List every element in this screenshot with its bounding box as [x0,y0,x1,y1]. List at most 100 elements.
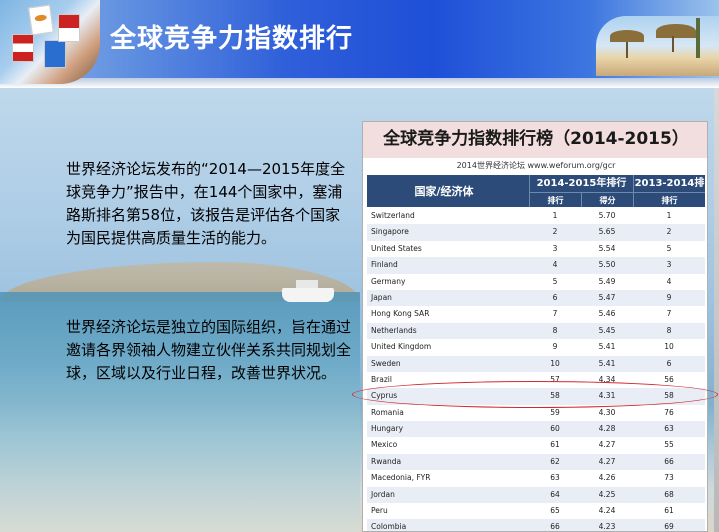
cell-prev-rank: 3 [666,260,672,270]
beach-umbrella-icon [610,30,644,58]
table-row: Germany 5 5.49 4 [367,273,705,290]
header-country: 国家/经济体 [414,185,474,198]
cell-score: 5.46 [598,309,616,319]
cell-rank: 58 [550,391,560,401]
beach-umbrella-icon [656,24,696,52]
cell-score: 4.24 [598,506,616,516]
cell-score: 5.54 [598,243,616,253]
cell-prev-rank: 61 [664,506,674,516]
cell-rank: 5 [552,276,558,286]
cell-prev-rank: 69 [664,522,674,532]
cell-score: 4.25 [598,489,616,499]
cell-score: 5.47 [598,292,616,302]
cell-country: Colombia [371,522,407,532]
palm-tree-icon [696,18,700,58]
cell-prev-rank: 8 [666,325,672,335]
table-row: Romania 59 4.30 76 [367,404,705,422]
cell-country: Peru [371,506,388,516]
header-rank: 排行 [529,192,581,207]
table-row: Switzerland 1 5.70 1 [367,208,705,225]
cell-rank: 59 [550,407,560,417]
cell-rank: 57 [550,374,560,384]
cell-prev-rank: 6 [666,358,672,368]
cell-prev-rank: 10 [664,342,674,352]
header-current-year: 2014-2015年排行 [529,175,633,192]
cell-rank: 4 [552,260,558,270]
table-body: Switzerland 1 5.70 1 Singapore 2 5.65 2 United S… [367,208,705,532]
cell-score: 5.65 [598,227,616,237]
table-row: Singapore 2 5.65 2 [367,224,705,241]
cell-rank: 60 [550,424,560,434]
header-shadow [0,78,719,88]
background-boat [282,280,334,302]
cell-rank: 2 [552,227,558,237]
cell-country: United States [371,243,422,253]
cell-rank: 6 [552,292,558,302]
cell-rank: 65 [550,506,560,516]
cell-prev-rank: 9 [666,292,672,302]
table-row: Finland 4 5.50 3 [367,257,705,274]
cell-country: Mexico [371,440,398,450]
cell-prev-rank: 68 [664,489,674,499]
cell-prev-rank: 73 [664,473,674,483]
cell-rank: 61 [550,440,560,450]
header-image-beach [596,16,719,76]
table-row: United States 3 5.54 5 [367,240,705,258]
table-row: Hong Kong SAR 7 5.46 7 [367,306,705,323]
cell-prev-rank: 2 [666,227,672,237]
header-score: 得分 [581,192,633,207]
cyprus-flag-icon [28,4,54,36]
cell-score: 4.26 [598,473,616,483]
cell-country: Netherlands [371,325,417,335]
flag-icon [44,40,66,68]
cell-prev-rank: 1 [666,211,672,220]
cell-score: 4.27 [598,440,616,450]
cell-country: Finland [371,260,398,270]
cell-prev-rank: 66 [664,456,674,466]
cell-country: Brazil [371,374,392,384]
table-row: Rwanda 62 4.27 66 [367,453,705,471]
cell-prev-rank: 76 [664,407,674,417]
cell-country: Hungary [371,424,404,434]
table-title: 全球竞争力指数排行榜（2014-2015） [363,122,707,158]
flag-icon [12,34,34,62]
wef-description-paragraph: 世界经济论坛是独立的国际组织，旨在通过邀请各界领袖人物建立伙伴关系共同规划全球，… [66,318,352,382]
cell-score: 5.49 [598,276,616,286]
cell-score: 4.23 [598,522,616,532]
cell-score: 4.28 [598,424,616,434]
cell-rank: 7 [552,309,558,319]
cell-rank: 62 [550,456,560,466]
cell-rank: 8 [552,325,558,335]
cell-rank: 63 [550,473,560,483]
header-previous-year: 2013-2014排行 [633,175,705,206]
cell-score: 5.50 [598,260,616,270]
cell-country: United Kingdom [371,342,432,352]
table-row: Mexico 61 4.27 55 [367,437,705,454]
cell-score: 4.34 [598,374,616,384]
table-row: Sweden 10 5.41 6 [367,355,705,372]
page-title: 全球竞争力指数排行 [110,24,354,54]
cell-country: Hong Kong SAR [371,309,430,319]
flag-icon [58,14,80,42]
cell-country: Singapore [371,227,409,237]
cell-prev-rank: 7 [666,309,672,319]
cell-score: 5.41 [598,358,616,368]
cell-rank: 66 [550,522,560,532]
table-row: Macedonia, FYR 63 4.26 73 [367,470,705,487]
cell-score: 4.27 [598,456,616,466]
table-row: Colombia 66 4.23 69 [367,519,705,532]
cell-country: Jordan [371,489,395,499]
cell-country: Switzerland [371,211,415,220]
cell-score: 5.45 [598,325,616,335]
table-row: Hungary 60 4.28 63 [367,421,705,438]
ranking-table-panel: 全球竞争力指数排行榜（2014-2015） 2014世界经济论坛 www.wef… [362,121,708,532]
cell-score: 4.31 [598,391,616,401]
cell-country: Cyprus [371,391,398,401]
cell-rank: 3 [552,243,558,253]
cell-prev-rank: 4 [666,276,672,286]
right-edge-divider [714,88,719,532]
table-row: Netherlands 8 5.45 8 [367,322,705,340]
table-row: Japan 6 5.47 9 [367,289,705,307]
header-image-flags [0,0,100,84]
cell-prev-rank: 5 [666,243,672,253]
